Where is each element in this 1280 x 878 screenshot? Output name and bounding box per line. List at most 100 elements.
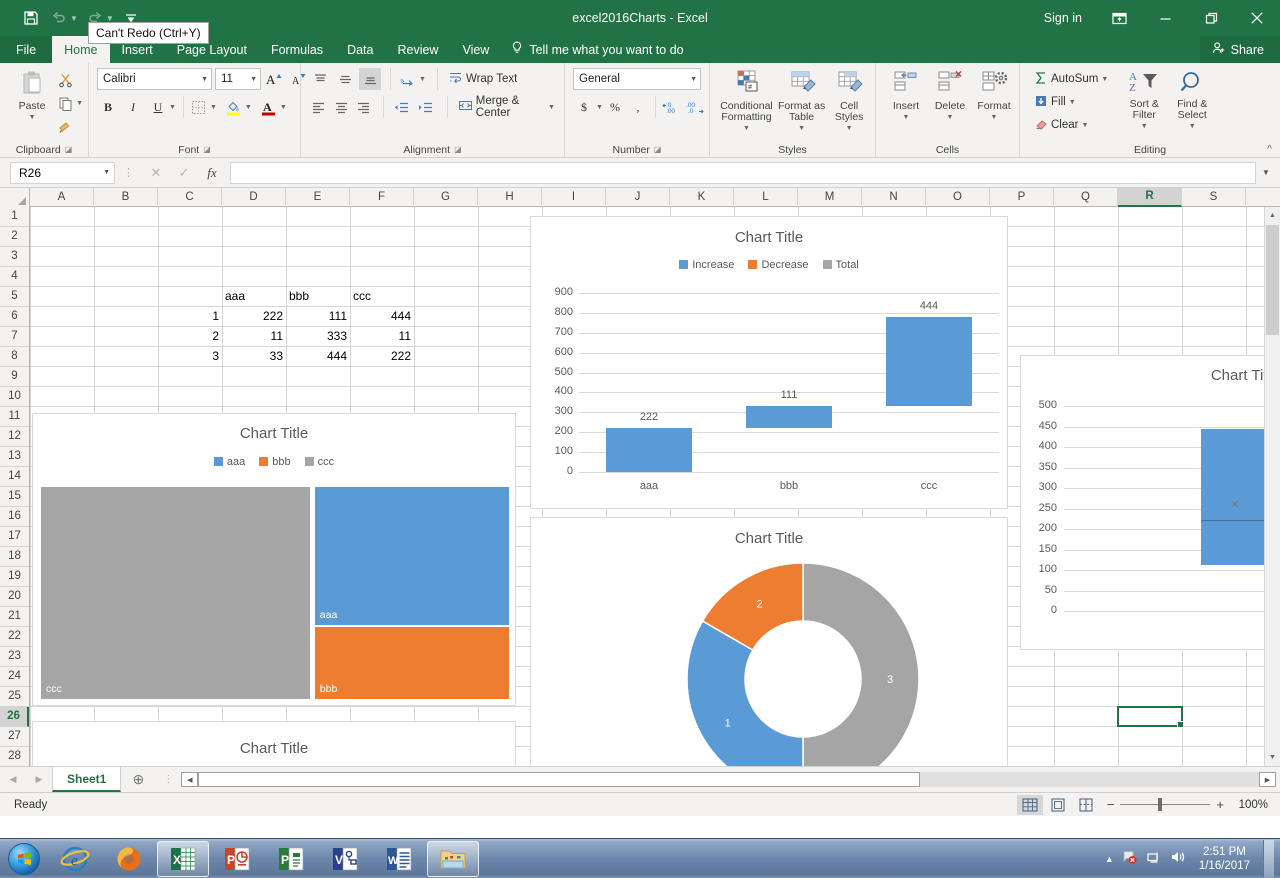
add-sheet-icon[interactable]: ⊕ <box>121 767 155 792</box>
show-hidden-icons[interactable]: ▲ <box>1105 854 1114 864</box>
fill-color-icon[interactable] <box>223 96 245 118</box>
zoom-track[interactable] <box>1120 804 1210 805</box>
orientation-icon[interactable]: a <box>397 68 419 90</box>
borders-icon[interactable] <box>188 96 210 118</box>
fill-button[interactable]: Fill ▼ <box>1030 91 1112 113</box>
insert-function-icon[interactable]: fx <box>198 165 226 181</box>
copy-dropdown-icon[interactable]: ▼ <box>76 100 83 107</box>
find-select-dropdown-icon[interactable]: ▼ <box>1189 121 1196 132</box>
cell-E5[interactable]: bbb <box>286 287 350 306</box>
insert-cells-dropdown-icon[interactable]: ▼ <box>903 112 910 123</box>
treemap-box-bbb[interactable]: bbb <box>315 627 509 699</box>
column-header-e[interactable]: E <box>286 188 350 207</box>
previous-sheet-icon[interactable]: ◀ <box>0 767 26 792</box>
row-header-18[interactable]: 18 <box>0 547 29 567</box>
row-header-7[interactable]: 7 <box>0 327 29 347</box>
column-header-c[interactable]: C <box>158 188 222 207</box>
align-center-icon[interactable] <box>332 96 352 118</box>
column-header-r[interactable]: R <box>1118 188 1182 207</box>
row-header-22[interactable]: 22 <box>0 627 29 647</box>
sign-in-button[interactable]: Sign in <box>1030 11 1096 25</box>
treemap-box-aaa[interactable]: aaa <box>315 487 509 625</box>
file-explorer-icon[interactable] <box>427 841 479 877</box>
row-header-16[interactable]: 16 <box>0 507 29 527</box>
scroll-down-icon[interactable]: ▼ <box>1265 749 1280 766</box>
paste-button[interactable]: Paste ▼ <box>10 67 54 123</box>
number-dialog-launcher[interactable]: ◪ <box>654 145 662 154</box>
grow-font-icon[interactable]: A <box>264 68 286 90</box>
accounting-dropdown-icon[interactable]: ▼ <box>596 104 603 111</box>
autosum-dropdown-icon[interactable]: ▼ <box>1101 76 1108 83</box>
tab-data[interactable]: Data <box>335 36 385 63</box>
font-color-dropdown-icon[interactable]: ▼ <box>280 104 287 111</box>
row-header-25[interactable]: 25 <box>0 687 29 707</box>
tab-formulas[interactable]: Formulas <box>259 36 335 63</box>
confirm-entry-icon[interactable]: ✓ <box>170 165 198 181</box>
powerpoint-icon[interactable]: P <box>211 841 263 877</box>
merge-center-button[interactable]: Merge & Center ▼ <box>447 96 559 118</box>
horizontal-scrollbar[interactable] <box>198 772 1259 787</box>
expand-formula-bar-icon[interactable]: ▼ <box>1256 168 1276 177</box>
column-header-d[interactable]: D <box>222 188 286 207</box>
row-header-20[interactable]: 20 <box>0 587 29 607</box>
waterfall-bar-aaa[interactable] <box>606 428 693 472</box>
column-header-h[interactable]: H <box>478 188 542 207</box>
bold-button[interactable]: B <box>97 96 119 118</box>
cell-D8[interactable]: 33 <box>222 347 286 366</box>
autosum-button[interactable]: AutoSum ▼ <box>1030 68 1112 90</box>
next-sheet-icon[interactable]: ▶ <box>26 767 52 792</box>
legend-item-aaa[interactable]: aaa <box>214 456 245 468</box>
align-left-icon[interactable] <box>309 96 329 118</box>
fill-dropdown-icon[interactable]: ▼ <box>1069 99 1076 106</box>
cancel-entry-icon[interactable]: ✕ <box>142 165 170 181</box>
column-header-q[interactable]: Q <box>1054 188 1118 207</box>
font-name-combo[interactable]: Calibri ▼ <box>97 68 212 90</box>
column-header-i[interactable]: I <box>542 188 606 207</box>
bottom-chart[interactable]: Chart Title <box>32 721 516 766</box>
word-icon[interactable]: W <box>373 841 425 877</box>
row-header-1[interactable]: 1 <box>0 207 29 227</box>
wrap-text-button[interactable]: Wrap Text <box>437 68 521 90</box>
row-header-28[interactable]: 28 <box>0 747 29 766</box>
sort-filter-button[interactable]: AZ Sort & Filter ▼ <box>1120 67 1168 132</box>
action-center-icon[interactable] <box>1145 849 1162 868</box>
legend-item-bbb[interactable]: bbb <box>259 456 290 468</box>
row-header-27[interactable]: 27 <box>0 727 29 747</box>
align-top-icon[interactable] <box>309 68 331 90</box>
waterfall-bar-bbb[interactable] <box>746 406 833 428</box>
decrease-decimal-icon[interactable]: .00.0 <box>685 96 707 118</box>
tab-file[interactable]: File <box>0 36 52 63</box>
formula-input[interactable] <box>230 162 1256 184</box>
comma-format-icon[interactable]: , <box>627 96 649 118</box>
cell-D7[interactable]: 11 <box>222 327 286 346</box>
visio-icon[interactable]: V <box>319 841 371 877</box>
collapse-ribbon-icon[interactable]: ^ <box>1267 144 1272 155</box>
font-color-icon[interactable]: A <box>258 96 280 118</box>
orientation-dropdown-icon[interactable]: ▼ <box>419 76 426 83</box>
underline-dropdown-icon[interactable]: ▼ <box>169 104 176 111</box>
format-cells-dropdown-icon[interactable]: ▼ <box>991 112 998 123</box>
sort-filter-dropdown-icon[interactable]: ▼ <box>1141 121 1148 132</box>
start-button[interactable] <box>0 840 48 878</box>
treemap-box-ccc[interactable]: ccc <box>41 487 310 699</box>
delete-cells-dropdown-icon[interactable]: ▼ <box>947 112 954 123</box>
cell-E6[interactable]: 111 <box>286 307 350 326</box>
show-desktop-button[interactable] <box>1263 840 1274 878</box>
legend-item-increase[interactable]: Increase <box>679 259 734 271</box>
close-icon[interactable] <box>1234 0 1280 36</box>
italic-button[interactable]: I <box>122 96 144 118</box>
waterfall-bar-ccc[interactable] <box>886 317 973 405</box>
cell-D6[interactable]: 222 <box>222 307 286 326</box>
publisher-icon[interactable]: P <box>265 841 317 877</box>
cell-F7[interactable]: 11 <box>350 327 414 346</box>
delete-cells-button[interactable]: Delete ▼ <box>930 67 970 123</box>
cell-styles-dropdown-icon[interactable]: ▼ <box>846 123 853 134</box>
underline-button[interactable]: U <box>147 96 169 118</box>
increase-decimal-icon[interactable]: .0.00 <box>661 96 683 118</box>
row-header-14[interactable]: 14 <box>0 467 29 487</box>
font-size-combo[interactable]: 11 ▼ <box>215 68 261 90</box>
tab-review[interactable]: Review <box>385 36 450 63</box>
cell-D5[interactable]: aaa <box>222 287 286 306</box>
donut-slice-3[interactable] <box>803 563 919 766</box>
row-header-17[interactable]: 17 <box>0 527 29 547</box>
